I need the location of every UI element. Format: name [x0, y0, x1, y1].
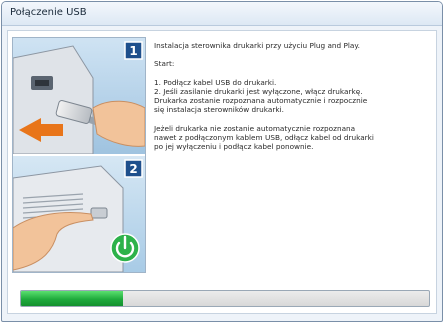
title-bar[interactable]: Połączenie USB	[2, 2, 442, 26]
step-1-text: 1. Podłącz kabel USB do drukarki.	[154, 77, 277, 87]
start-label: Start:	[154, 59, 175, 69]
usb-connection-dialog: Połączenie USB 1 2 Instalacja sterownika…	[1, 1, 443, 322]
step-2-number: 2	[129, 162, 137, 176]
installation-progress-bar	[20, 290, 430, 307]
note-line-2: nawet z podłączonym kablem USB, odłącz k…	[154, 133, 374, 143]
power-button	[90, 207, 108, 219]
usb-connection-illustration: 1 2	[12, 37, 146, 273]
step-2-line-3: się instalacja sterowników drukarki.	[154, 105, 284, 115]
note-line-1: Jeżeli drukarka nie zostanie automatyczn…	[154, 123, 356, 133]
printer-back	[13, 45, 94, 155]
step-1-number: 1	[129, 44, 137, 58]
intro-text: Instalacja sterownika drukarki przy użyc…	[154, 41, 361, 50]
note-block: Jeżeli drukarka nie zostanie automatyczn…	[154, 124, 434, 152]
window-title: Połączenie USB	[10, 7, 87, 18]
illustration-graphic: 1 2	[13, 38, 145, 272]
note-line-3: po jej wyłączeniu i podłącz kabel ponown…	[154, 142, 314, 152]
steps-block: 1. Podłącz kabel USB do drukarki. 2. Jeś…	[154, 78, 434, 115]
step-2-line-1: 2. Jeśli zasilanie drukarki jest wyłączo…	[154, 86, 363, 96]
step-2-line-2: Drukarka zostanie rozpoznana automatyczn…	[154, 96, 368, 106]
instructions-text: Instalacja sterownika drukarki przy użyc…	[154, 41, 434, 161]
dialog-content: 1 2 Instalacja sterownika drukarki przy …	[7, 30, 437, 314]
progress-fill	[21, 291, 123, 306]
